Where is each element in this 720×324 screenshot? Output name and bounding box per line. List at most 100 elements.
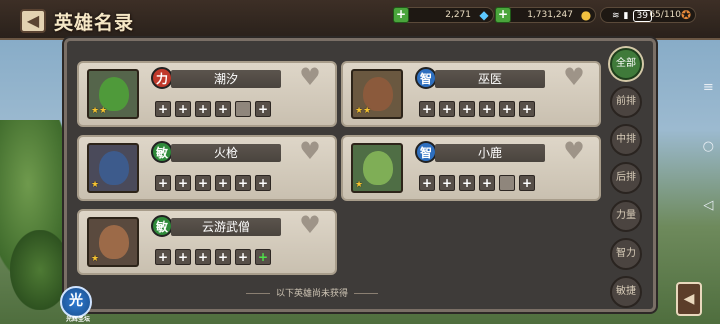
- gold-resource: + 1,731,247 ●: [495, 7, 596, 23]
- equip-slot[interactable]: +: [195, 175, 211, 191]
- equip-slot[interactable]: +: [195, 101, 211, 117]
- not-obtained-divider: 以下英雄尚未获得: [240, 286, 384, 299]
- diamond-resource: + 2,271 ◆: [393, 7, 494, 23]
- equip-slot-empty[interactable]: [499, 175, 515, 191]
- hero-card-huoqiang[interactable]: ★ 敏 火枪 ♥ + + + + + +: [77, 135, 337, 201]
- filter-tabs: 全部 前排 中排 后排 力量 智力 敏捷: [610, 48, 644, 314]
- equip-slot[interactable]: +: [439, 101, 455, 117]
- equip-slot[interactable]: +: [175, 175, 191, 191]
- equipment-slots: + + + + + +: [155, 175, 271, 191]
- equip-slot[interactable]: +: [479, 101, 495, 117]
- hero-name: 火枪: [171, 144, 281, 162]
- equip-slot[interactable]: +: [235, 175, 251, 191]
- equip-slot[interactable]: +: [195, 249, 211, 265]
- equip-slot[interactable]: +: [519, 175, 535, 191]
- equipment-slots: + + + + + +: [419, 101, 535, 117]
- light-label: 光辉圣坛: [65, 316, 90, 323]
- hero-portrait: ★★: [87, 69, 139, 119]
- hero-type-badge: 智: [415, 141, 437, 163]
- signal-icon: ▮: [623, 11, 629, 21]
- equip-slot[interactable]: +: [439, 175, 455, 191]
- gold-count: 1,731,247: [527, 10, 573, 20]
- tab-middle[interactable]: 中排: [610, 124, 642, 156]
- home-icon[interactable]: ○: [703, 139, 714, 154]
- equip-slot[interactable]: +: [175, 101, 191, 117]
- equip-slot[interactable]: +: [519, 101, 535, 117]
- android-navbar: ≡ ○ ◁: [703, 80, 714, 213]
- gold-icon: ●: [580, 8, 592, 22]
- add-diamond-button[interactable]: +: [393, 7, 409, 23]
- equipment-slots: + + + + + +: [155, 249, 271, 265]
- tab-all[interactable]: 全部: [610, 48, 642, 80]
- tab-front[interactable]: 前排: [610, 86, 642, 118]
- hero-stars: ★: [355, 180, 364, 190]
- equip-slot[interactable]: +: [155, 175, 171, 191]
- favorite-heart-icon[interactable]: ♥: [297, 65, 323, 89]
- tab-strength[interactable]: 力量: [610, 200, 642, 232]
- hero-card-yunyouwuseng[interactable]: ★ 敏 云游武僧 ♥ + + + + + +: [77, 209, 337, 275]
- hero-type-badge: 力: [151, 67, 173, 89]
- menu-icon[interactable]: ≡: [703, 80, 714, 95]
- hero-card-xiaolu[interactable]: ★ 智 小鹿 ♥ + + + + +: [341, 135, 601, 201]
- tab-intelligence[interactable]: 智力: [610, 238, 642, 270]
- equip-slot[interactable]: +: [459, 175, 475, 191]
- equip-slot[interactable]: +: [499, 101, 515, 117]
- hero-card-chaoxi[interactable]: ★★ 力 潮汐 ♥ + + + + +: [77, 61, 337, 127]
- back-button[interactable]: ◀: [20, 9, 46, 33]
- system-status: ≋ ▮ 39: [612, 10, 652, 22]
- hero-name: 小鹿: [435, 144, 545, 162]
- favorite-heart-icon[interactable]: ♥: [297, 139, 323, 163]
- hero-type-badge: 敏: [151, 141, 173, 163]
- equip-slot[interactable]: +: [155, 101, 171, 117]
- not-obtained-text: 以下英雄尚未获得: [276, 289, 349, 299]
- favorite-heart-icon[interactable]: ♥: [561, 139, 587, 163]
- equip-slot[interactable]: +: [479, 175, 495, 191]
- equip-slot-empty[interactable]: [235, 101, 251, 117]
- battery-indicator: 39: [632, 10, 652, 22]
- hero-name: 潮汐: [171, 70, 281, 88]
- divider-line: [246, 293, 270, 294]
- equip-slot[interactable]: +: [215, 175, 231, 191]
- equip-slot[interactable]: +: [459, 101, 475, 117]
- wifi-icon: ≋: [612, 11, 620, 21]
- stamina-count: 65/110: [649, 10, 681, 20]
- hero-portrait: ★: [87, 217, 139, 267]
- hero-face: [99, 151, 129, 185]
- hero-portrait: ★★: [351, 69, 403, 119]
- tab-back[interactable]: 后排: [610, 162, 642, 194]
- favorite-heart-icon[interactable]: ♥: [561, 65, 587, 89]
- equip-slot[interactable]: +: [419, 101, 435, 117]
- equip-slot[interactable]: +: [255, 101, 271, 117]
- hero-face: [99, 225, 129, 259]
- hero-card-wuyi[interactable]: ★★ 智 巫医 ♥ + + + + + +: [341, 61, 601, 127]
- light-altar-button[interactable]: 光 光辉圣坛: [60, 286, 92, 323]
- equipment-slots: + + + + +: [419, 175, 535, 191]
- diamond-count: 2,271: [445, 10, 471, 20]
- hero-name: 云游武僧: [171, 218, 281, 236]
- equip-slot-available[interactable]: +: [255, 249, 271, 265]
- back-nav-icon[interactable]: ◁: [703, 198, 714, 213]
- equip-slot[interactable]: +: [255, 175, 271, 191]
- add-gold-button[interactable]: +: [495, 7, 511, 23]
- side-drawer-toggle[interactable]: ◀: [676, 282, 702, 316]
- hero-stars: ★★: [355, 106, 372, 116]
- hero-portrait: ★: [87, 143, 139, 193]
- page-title: 英雄名录: [54, 12, 135, 34]
- favorite-heart-icon[interactable]: ♥: [297, 213, 323, 237]
- equip-slot[interactable]: +: [419, 175, 435, 191]
- hero-stars: ★★: [91, 106, 108, 116]
- equip-slot[interactable]: +: [235, 249, 251, 265]
- equip-slot[interactable]: +: [215, 249, 231, 265]
- hero-name: 巫医: [435, 70, 545, 88]
- hero-portrait: ★: [351, 143, 403, 193]
- equip-slot[interactable]: +: [155, 249, 171, 265]
- hero-stars: ★: [91, 180, 100, 190]
- hero-stars: ★: [91, 254, 100, 264]
- hero-type-badge: 智: [415, 67, 437, 89]
- hero-type-badge: 敏: [151, 215, 173, 237]
- equip-slot[interactable]: +: [215, 101, 231, 117]
- equip-slot[interactable]: +: [175, 249, 191, 265]
- stamina-icon: ✪: [680, 8, 692, 22]
- hero-list-panel: ★★ 力 潮汐 ♥ + + + + + ★★ 智 巫医 ♥ + + + + + …: [64, 38, 656, 312]
- tab-agility[interactable]: 敏捷: [610, 276, 642, 308]
